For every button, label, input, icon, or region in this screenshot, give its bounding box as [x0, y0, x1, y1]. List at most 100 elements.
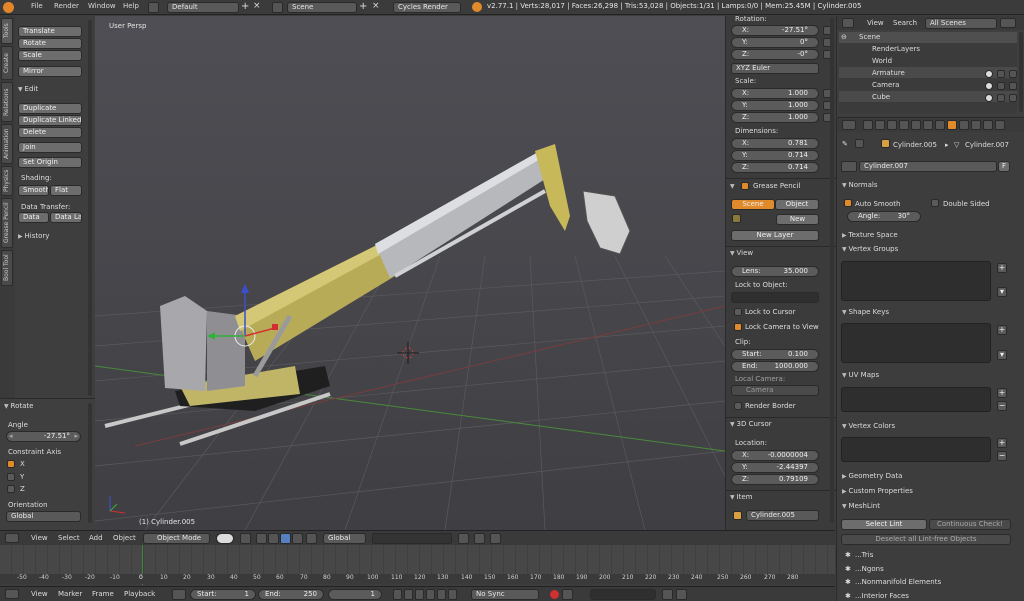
- editor-type-icon[interactable]: [842, 120, 856, 130]
- vertex-colors-header[interactable]: ▼ Vertex Colors: [842, 422, 895, 430]
- decrement-arrow-icon[interactable]: ◂: [9, 432, 13, 441]
- play-reverse-icon[interactable]: [415, 589, 424, 600]
- meshlint-header[interactable]: ▼ MeshLint: [842, 502, 880, 510]
- gizmo-z-arrow[interactable]: [241, 284, 249, 293]
- grease-scene-tab[interactable]: Scene: [731, 199, 775, 210]
- render-camera-icon[interactable]: [1009, 94, 1017, 102]
- scale-x-field[interactable]: X: 1.000: [731, 88, 819, 99]
- record-icon[interactable]: [550, 590, 559, 599]
- add-shape-key-button[interactable]: +: [997, 325, 1007, 335]
- timeline-frame-menu[interactable]: Frame: [92, 590, 114, 598]
- mesh-name-field[interactable]: Cylinder.007: [859, 161, 997, 172]
- remove-vertex-color-button[interactable]: −: [997, 451, 1007, 461]
- clip-start-field[interactable]: Start: 0.100: [731, 349, 819, 360]
- select-menu[interactable]: Select: [58, 534, 80, 542]
- rotation-y-field[interactable]: Y: 0°: [731, 37, 819, 48]
- gizmo-x-handle[interactable]: [272, 324, 278, 330]
- grease-pencil-checkbox[interactable]: [741, 182, 749, 190]
- orientation-icon[interactable]: [306, 533, 317, 544]
- scene-icon[interactable]: [272, 2, 283, 13]
- cursor-x-field[interactable]: X: -0.0000004: [731, 450, 819, 461]
- object-menu[interactable]: Object: [113, 534, 136, 542]
- render-engine-select[interactable]: Cycles Render: [393, 2, 461, 13]
- jump-end-icon[interactable]: [448, 589, 457, 600]
- scale-y-field[interactable]: Y: 1.000: [731, 100, 819, 111]
- join-button[interactable]: Join: [18, 142, 82, 153]
- end-frame-field[interactable]: End: 250: [258, 589, 324, 600]
- uv-maps-header[interactable]: ▼ UV Maps: [842, 371, 879, 379]
- rotate-button[interactable]: Rotate: [18, 38, 82, 49]
- new-grease-button[interactable]: New: [776, 214, 819, 225]
- timeline-playback-menu[interactable]: Playback: [124, 590, 155, 598]
- menu-render[interactable]: Render: [54, 2, 79, 10]
- tab-relations[interactable]: Relations: [1, 82, 13, 122]
- close-layout-icon[interactable]: ×: [253, 1, 261, 11]
- set-origin-button[interactable]: Set Origin: [18, 157, 82, 168]
- timeline-view-menu[interactable]: View: [31, 590, 48, 598]
- physics-tab-icon[interactable]: [995, 120, 1005, 130]
- render-layers-tab-icon[interactable]: [875, 120, 885, 130]
- preview-range-icon[interactable]: [172, 589, 186, 600]
- axis-x-checkbox[interactable]: [7, 460, 15, 468]
- deselect-lint-free-button[interactable]: Deselect all Lint-free Objects: [841, 534, 1011, 545]
- fake-user-button[interactable]: F: [998, 161, 1010, 172]
- delete-button[interactable]: Delete: [18, 127, 82, 138]
- add-menu[interactable]: Add: [89, 534, 103, 542]
- double-sided-checkbox[interactable]: [931, 199, 939, 207]
- outliner-scene[interactable]: Scene: [859, 33, 880, 41]
- shape-keys-list[interactable]: [841, 323, 991, 363]
- local-camera-field[interactable]: Camera: [731, 385, 819, 396]
- dimensions-z-field[interactable]: Z: 0.714: [731, 162, 819, 173]
- tab-tools[interactable]: Tools: [1, 18, 13, 44]
- scale-z-field[interactable]: Z: 1.000: [731, 112, 819, 123]
- outliner-display-filter[interactable]: All Scenes: [925, 18, 997, 29]
- modifiers-tab-icon[interactable]: [935, 120, 945, 130]
- data-layout-button[interactable]: Data La: [50, 212, 82, 223]
- cursor-z-field[interactable]: Z: 0.79109: [731, 474, 819, 485]
- keying-icon[interactable]: [562, 589, 573, 600]
- tab-grease-pencil[interactable]: Grease Pencil: [1, 198, 13, 248]
- object-tab-icon[interactable]: [911, 120, 921, 130]
- pivot-point-icon[interactable]: [240, 533, 251, 544]
- menu-file[interactable]: File: [31, 2, 43, 10]
- duplicate-button[interactable]: Duplicate: [18, 103, 82, 114]
- axis-z-checkbox[interactable]: [7, 485, 15, 493]
- editor-type-icon[interactable]: [5, 589, 19, 599]
- history-header[interactable]: ▶ History: [18, 232, 49, 240]
- tab-create[interactable]: Create: [1, 46, 13, 80]
- mesh-data-tab-icon[interactable]: [947, 120, 957, 130]
- add-scene-icon[interactable]: +: [359, 1, 367, 12]
- 3d-cursor-icon[interactable]: [397, 342, 419, 364]
- operator-scrollbar[interactable]: [88, 403, 92, 523]
- rotation-x-field[interactable]: X: -27.51°: [731, 25, 819, 36]
- clip-end-field[interactable]: End: 1000.000: [731, 361, 819, 372]
- 3d-viewport[interactable]: User Persp (1) Cylinder.005: [95, 16, 725, 530]
- vertex-colors-list[interactable]: [841, 437, 991, 462]
- outliner-scrollbar[interactable]: [1019, 32, 1023, 112]
- 3d-cursor-header[interactable]: ▼ 3D Cursor: [730, 420, 772, 428]
- add-layout-icon[interactable]: +: [241, 1, 249, 12]
- lock-object-field[interactable]: [731, 292, 819, 303]
- material-tab-icon[interactable]: [959, 120, 969, 130]
- expand-icon[interactable]: ⊖: [841, 33, 847, 41]
- item-name-field[interactable]: Cylinder.005: [746, 510, 819, 521]
- mirror-button[interactable]: Mirror: [18, 66, 82, 77]
- outliner-cube[interactable]: Cube: [872, 93, 890, 101]
- layer-buttons[interactable]: [372, 533, 452, 544]
- delete-keyframe-icon[interactable]: [676, 589, 687, 600]
- viewport-shading-icon[interactable]: [216, 533, 234, 544]
- select-lint-button[interactable]: Select Lint: [841, 519, 927, 530]
- tab-animation[interactable]: Animation: [1, 124, 13, 164]
- item-header[interactable]: ▼ Item: [730, 493, 752, 501]
- geometry-data-header[interactable]: ▶ Geometry Data: [842, 472, 902, 480]
- add-vertex-color-button[interactable]: +: [997, 438, 1007, 448]
- vertex-groups-header[interactable]: ▼ Vertex Groups: [842, 245, 898, 253]
- orientation-select[interactable]: Global: [6, 511, 81, 522]
- select-arrow-icon[interactable]: [997, 82, 1005, 90]
- outliner-search-menu[interactable]: Search: [893, 19, 917, 27]
- rotate-operator-header[interactable]: ▼ Rotate: [4, 402, 33, 410]
- lock-to-cursor-checkbox[interactable]: [734, 308, 742, 316]
- outliner-view-menu[interactable]: View: [867, 19, 884, 27]
- add-vertex-group-button[interactable]: +: [997, 263, 1007, 273]
- vertex-group-menu-button[interactable]: ▾: [997, 287, 1007, 297]
